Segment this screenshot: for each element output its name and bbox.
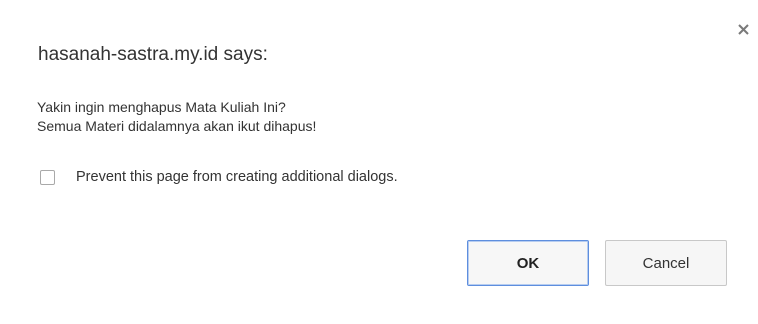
prevent-dialogs-checkbox[interactable] (40, 169, 55, 185)
dialog-title: hasanah-sastra.my.id says: (38, 44, 268, 65)
message-line-1: Yakin ingin menghapus Mata Kuliah Ini? (37, 99, 286, 115)
close-button[interactable] (736, 20, 752, 38)
prevent-dialogs-label: Prevent this page from creating addition… (76, 169, 398, 185)
alert-dialog: hasanah-sastra.my.id says: Yakin ingin m… (0, 0, 758, 324)
ok-button[interactable]: OK (467, 240, 589, 286)
cancel-button[interactable]: Cancel (605, 240, 727, 286)
close-icon (738, 24, 749, 35)
message-line-2: Semua Materi didalamnya akan ikut dihapu… (37, 118, 317, 134)
prevent-dialogs-option[interactable]: Prevent this page from creating addition… (40, 169, 398, 185)
dialog-message: Yakin ingin menghapus Mata Kuliah Ini? S… (37, 98, 316, 136)
